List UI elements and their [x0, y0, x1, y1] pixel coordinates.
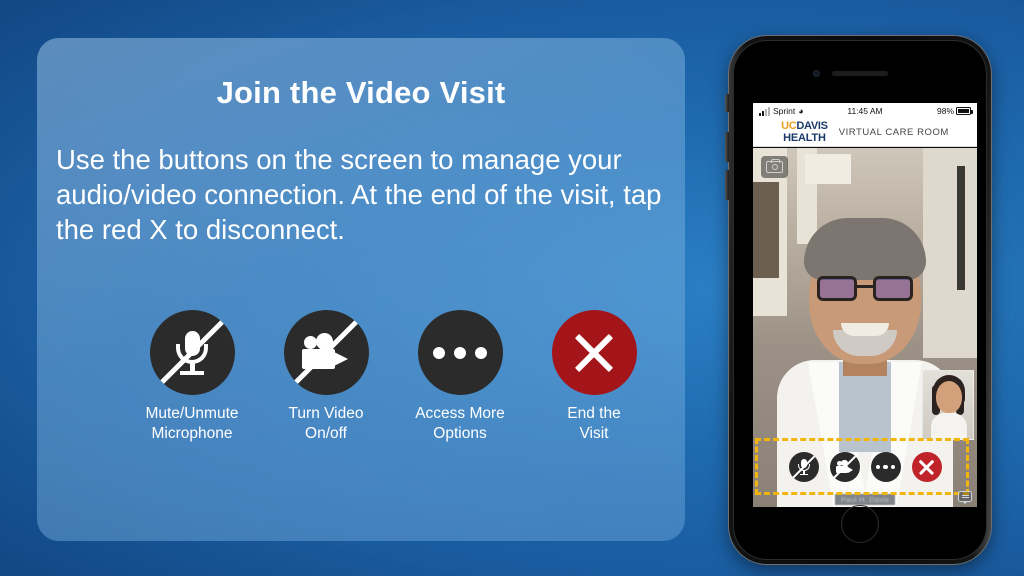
earpiece-speaker	[832, 71, 888, 76]
content-card: Join the Video Visit Use the buttons on …	[37, 38, 685, 541]
legend-label-end-line1: End the	[567, 405, 621, 422]
legend-label-end-visit: End the Visit	[567, 404, 620, 444]
volume-up-button[interactable]	[725, 132, 729, 162]
chat-bubble-icon[interactable]	[958, 491, 972, 505]
battery-percent-label: 98%	[936, 106, 954, 116]
close-x-icon	[571, 330, 617, 376]
phone-mute-microphone-button[interactable]	[788, 452, 819, 482]
legend-item-end-visit[interactable]: End the Visit	[535, 310, 653, 444]
brand-health-text: HEALTH	[783, 132, 826, 144]
self-view-thumbnail[interactable]	[922, 370, 974, 440]
legend-label-mute-line1: Mute/Unmute	[145, 405, 239, 422]
legend-item-video[interactable]: Turn Video On/off	[267, 310, 385, 444]
close-x-icon	[918, 459, 935, 476]
participant-name-plate: Paul H. Davis	[834, 494, 896, 505]
button-legend-row: Mute/Unmute Microphone Turn Video On/off…	[133, 310, 653, 444]
slash-overlay	[156, 317, 228, 388]
call-controls-bar	[753, 445, 977, 489]
home-button[interactable]	[841, 505, 879, 543]
ellipsis-icon	[875, 464, 896, 470]
status-right-group: 98%	[936, 106, 973, 116]
ucdavis-health-logo: UCDAVIS HEALTH	[781, 121, 828, 144]
legend-label-options-line2: Options	[433, 425, 487, 442]
virtual-care-room-title: VIRTUAL CARE ROOM	[838, 127, 949, 138]
background-picture-frame	[805, 154, 851, 184]
mute-microphone-button[interactable]	[149, 310, 235, 395]
slide-body-text: Use the buttons on the screen to manage …	[56, 144, 662, 245]
carrier-label: Sprint	[773, 106, 796, 116]
battery-icon	[956, 107, 973, 115]
legend-label-options: Access More Options	[415, 404, 505, 444]
legend-label-video: Turn Video On/off	[289, 404, 364, 444]
end-visit-button[interactable]	[551, 310, 637, 395]
legend-label-options-line1: Access More	[415, 405, 505, 422]
phone-bezel: Sprint ◕ 11:45 AM 98% UCDAVIS HEALTH VIR…	[733, 40, 987, 560]
legend-label-end-line2: Visit	[579, 425, 609, 442]
page-title: Join the Video Visit	[216, 75, 506, 110]
ellipsis-icon	[433, 346, 487, 359]
phone-toggle-video-button[interactable]	[829, 452, 860, 482]
status-bar: Sprint ◕ 11:45 AM 98%	[753, 103, 977, 119]
legend-label-mute: Mute/Unmute Microphone	[145, 404, 238, 444]
legend-item-mute[interactable]: Mute/Unmute Microphone	[133, 310, 251, 444]
phone-more-options-button[interactable]	[870, 452, 901, 482]
brand-davis-text: DAVIS	[796, 120, 828, 132]
camera-icon[interactable]	[761, 156, 788, 178]
app-header: UCDAVIS HEALTH VIRTUAL CARE ROOM	[753, 119, 977, 147]
silent-switch[interactable]	[725, 94, 729, 112]
toggle-video-button[interactable]	[283, 310, 369, 395]
more-options-button[interactable]	[417, 310, 503, 395]
wifi-icon: ◕	[798, 105, 804, 116]
legend-label-video-line2: On/off	[305, 425, 347, 442]
brand-uc-text: UC	[781, 120, 797, 132]
background-doorway	[753, 182, 779, 278]
phone-mockup: Sprint ◕ 11:45 AM 98% UCDAVIS HEALTH VIR…	[725, 36, 991, 564]
legend-label-video-line1: Turn Video	[288, 405, 364, 422]
front-camera-icon	[813, 70, 820, 77]
volume-down-button[interactable]	[725, 170, 729, 200]
phone-end-visit-button[interactable]	[911, 452, 942, 482]
legend-label-mute-line2: Microphone	[151, 425, 233, 442]
legend-item-options[interactable]: Access More Options	[401, 310, 519, 444]
phone-screen: Sprint ◕ 11:45 AM 98% UCDAVIS HEALTH VIR…	[753, 103, 977, 507]
background-cabinet-edge	[957, 166, 965, 290]
cellular-signal-icon	[759, 106, 770, 116]
